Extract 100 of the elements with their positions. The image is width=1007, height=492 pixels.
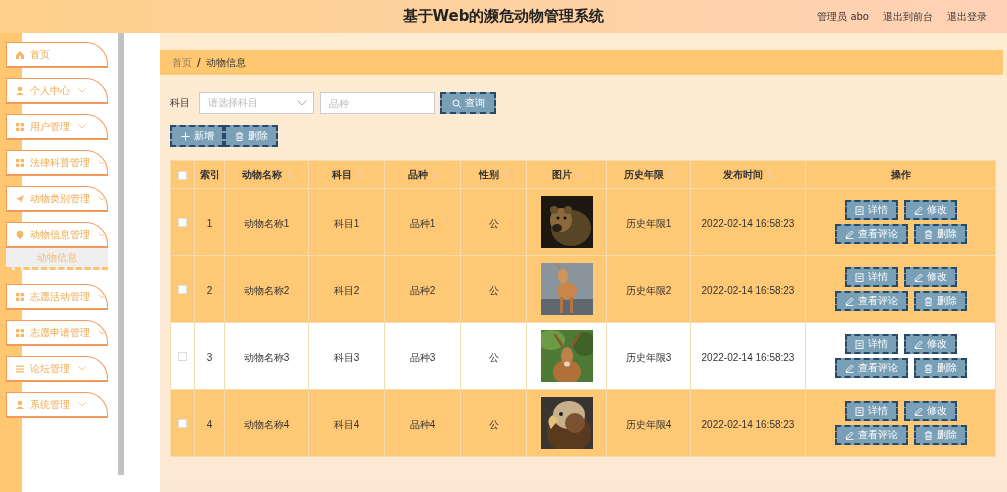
edit-button[interactable]: 修改 [903, 267, 957, 287]
select-all-checkbox[interactable] [178, 170, 187, 180]
menu-item[interactable]: 个人中心 [6, 78, 108, 104]
pencil-icon [913, 272, 923, 282]
menu-item[interactable]: 论坛管理 [6, 356, 108, 382]
column-header: 发布时间 [723, 167, 763, 182]
delete-button[interactable]: 删除 [224, 125, 278, 147]
menu-label: 系统管理 [30, 397, 70, 412]
user-icon [15, 85, 25, 96]
pencil-icon [913, 406, 923, 416]
menu-item[interactable]: 法律科普管理 [6, 150, 108, 176]
table-cell: 动物名称4 [243, 419, 290, 430]
comments-button[interactable]: 查看评论 [834, 425, 908, 445]
column-header: 性别 [478, 167, 499, 182]
details-button[interactable]: 详情 [844, 401, 898, 421]
row-checkbox[interactable] [178, 352, 187, 362]
field-label: 科目 [170, 96, 190, 110]
menu-label: 动物类别管理 [30, 191, 90, 206]
table-cell: 公 [488, 419, 499, 430]
table-cell: 公 [488, 218, 499, 229]
table-cell: 品种2 [409, 285, 436, 296]
table-cell: 历史年限2 [625, 285, 672, 296]
trash-icon [923, 296, 933, 306]
menu-label: 个人中心 [30, 83, 70, 98]
menu-item[interactable]: 志愿申请管理 [6, 320, 108, 346]
menu-label: 论坛管理 [30, 361, 70, 376]
table-cell: 科目4 [333, 419, 360, 430]
table-cell: 动物名称3 [243, 352, 290, 363]
column-header: 品种 [407, 167, 428, 182]
pin-icon [15, 229, 25, 240]
row-checkbox[interactable] [178, 419, 187, 429]
grid-icon [15, 291, 25, 302]
delete-button[interactable]: 删除 [913, 291, 967, 311]
comments-button[interactable]: 查看评论 [834, 291, 908, 311]
breadcrumb-link[interactable]: 首页 [172, 55, 192, 70]
scrollbar[interactable] [118, 33, 124, 475]
breadcrumb-separator: / [197, 57, 201, 68]
comments-button[interactable]: 查看评论 [834, 358, 908, 378]
table-cell: 2022-02-14 16:58:23 [701, 352, 795, 363]
delete-button[interactable]: 删除 [913, 358, 967, 378]
delete-button[interactable]: 删除 [913, 425, 967, 445]
table-cell: 历史年限3 [625, 352, 672, 363]
column-header: 图片 [551, 167, 572, 182]
header-link[interactable]: 退出到前台 [883, 9, 933, 24]
column-header: 动物名称 [241, 167, 282, 182]
column-header: 索引 [199, 167, 220, 182]
table-cell: 公 [488, 352, 499, 363]
pencil-icon [844, 229, 854, 239]
search-button[interactable]: 查询 [440, 92, 496, 114]
edit-button[interactable]: 修改 [903, 401, 957, 421]
trash-icon [234, 131, 244, 141]
trash-icon [923, 229, 933, 239]
pencil-icon [913, 339, 923, 349]
system-title: 基于Web的濒危动物管理系统 [402, 7, 605, 26]
trash-icon [923, 363, 933, 373]
comments-button[interactable]: 查看评论 [834, 224, 908, 244]
menu-label: 志愿申请管理 [30, 325, 90, 340]
edit-button[interactable]: 修改 [903, 200, 957, 220]
menu-item[interactable]: 动物类别管理 [6, 186, 108, 212]
menu-item[interactable]: 用户管理 [6, 114, 108, 140]
menu-item[interactable]: 动物信息管理 [6, 222, 108, 248]
home-icon [15, 49, 25, 60]
table-cell: 品种1 [409, 218, 436, 229]
menu-label: 动物信息管理 [30, 227, 90, 242]
header-link[interactable]: 退出登录 [947, 9, 987, 24]
submenu-item[interactable]: 动物信息 [6, 248, 108, 270]
menu-label: 首页 [30, 47, 50, 62]
grid-icon [15, 157, 25, 168]
pencil-icon [844, 363, 854, 373]
document-icon [854, 205, 864, 215]
delete-button[interactable]: 删除 [913, 224, 967, 244]
table-cell: 历史年限4 [625, 419, 672, 430]
menu-item[interactable]: 系统管理 [6, 392, 108, 418]
column-header: 操作 [890, 167, 911, 182]
chevron-icon [297, 100, 307, 106]
table-cell: 公 [488, 285, 499, 296]
row-checkbox[interactable] [178, 218, 187, 228]
table-cell: 动物名称1 [243, 218, 290, 229]
table-cell: 品种3 [409, 352, 436, 363]
menu-item[interactable]: 首页 [6, 42, 108, 68]
select-field[interactable]: 请选择科目 [199, 92, 314, 114]
add-button[interactable]: 新增 [170, 125, 224, 147]
row-checkbox[interactable] [178, 285, 187, 295]
edit-button[interactable]: 修改 [903, 334, 957, 354]
grid-icon [15, 327, 25, 338]
pencil-icon [844, 430, 854, 440]
column-header: 科目 [331, 167, 352, 182]
details-button[interactable]: 详情 [844, 334, 898, 354]
pencil-icon [913, 205, 923, 215]
table-cell: 4 [206, 419, 213, 430]
table-cell: 科目1 [333, 218, 360, 229]
list-icon [15, 363, 25, 374]
table-cell: 历史年限1 [625, 218, 672, 229]
search-icon [451, 98, 461, 108]
details-button[interactable]: 详情 [844, 267, 898, 287]
pencil-icon [844, 296, 854, 306]
menu-item[interactable]: 志愿活动管理 [6, 284, 108, 310]
table-cell: 2 [206, 285, 213, 296]
document-icon [854, 272, 864, 282]
details-button[interactable]: 详情 [844, 200, 898, 220]
